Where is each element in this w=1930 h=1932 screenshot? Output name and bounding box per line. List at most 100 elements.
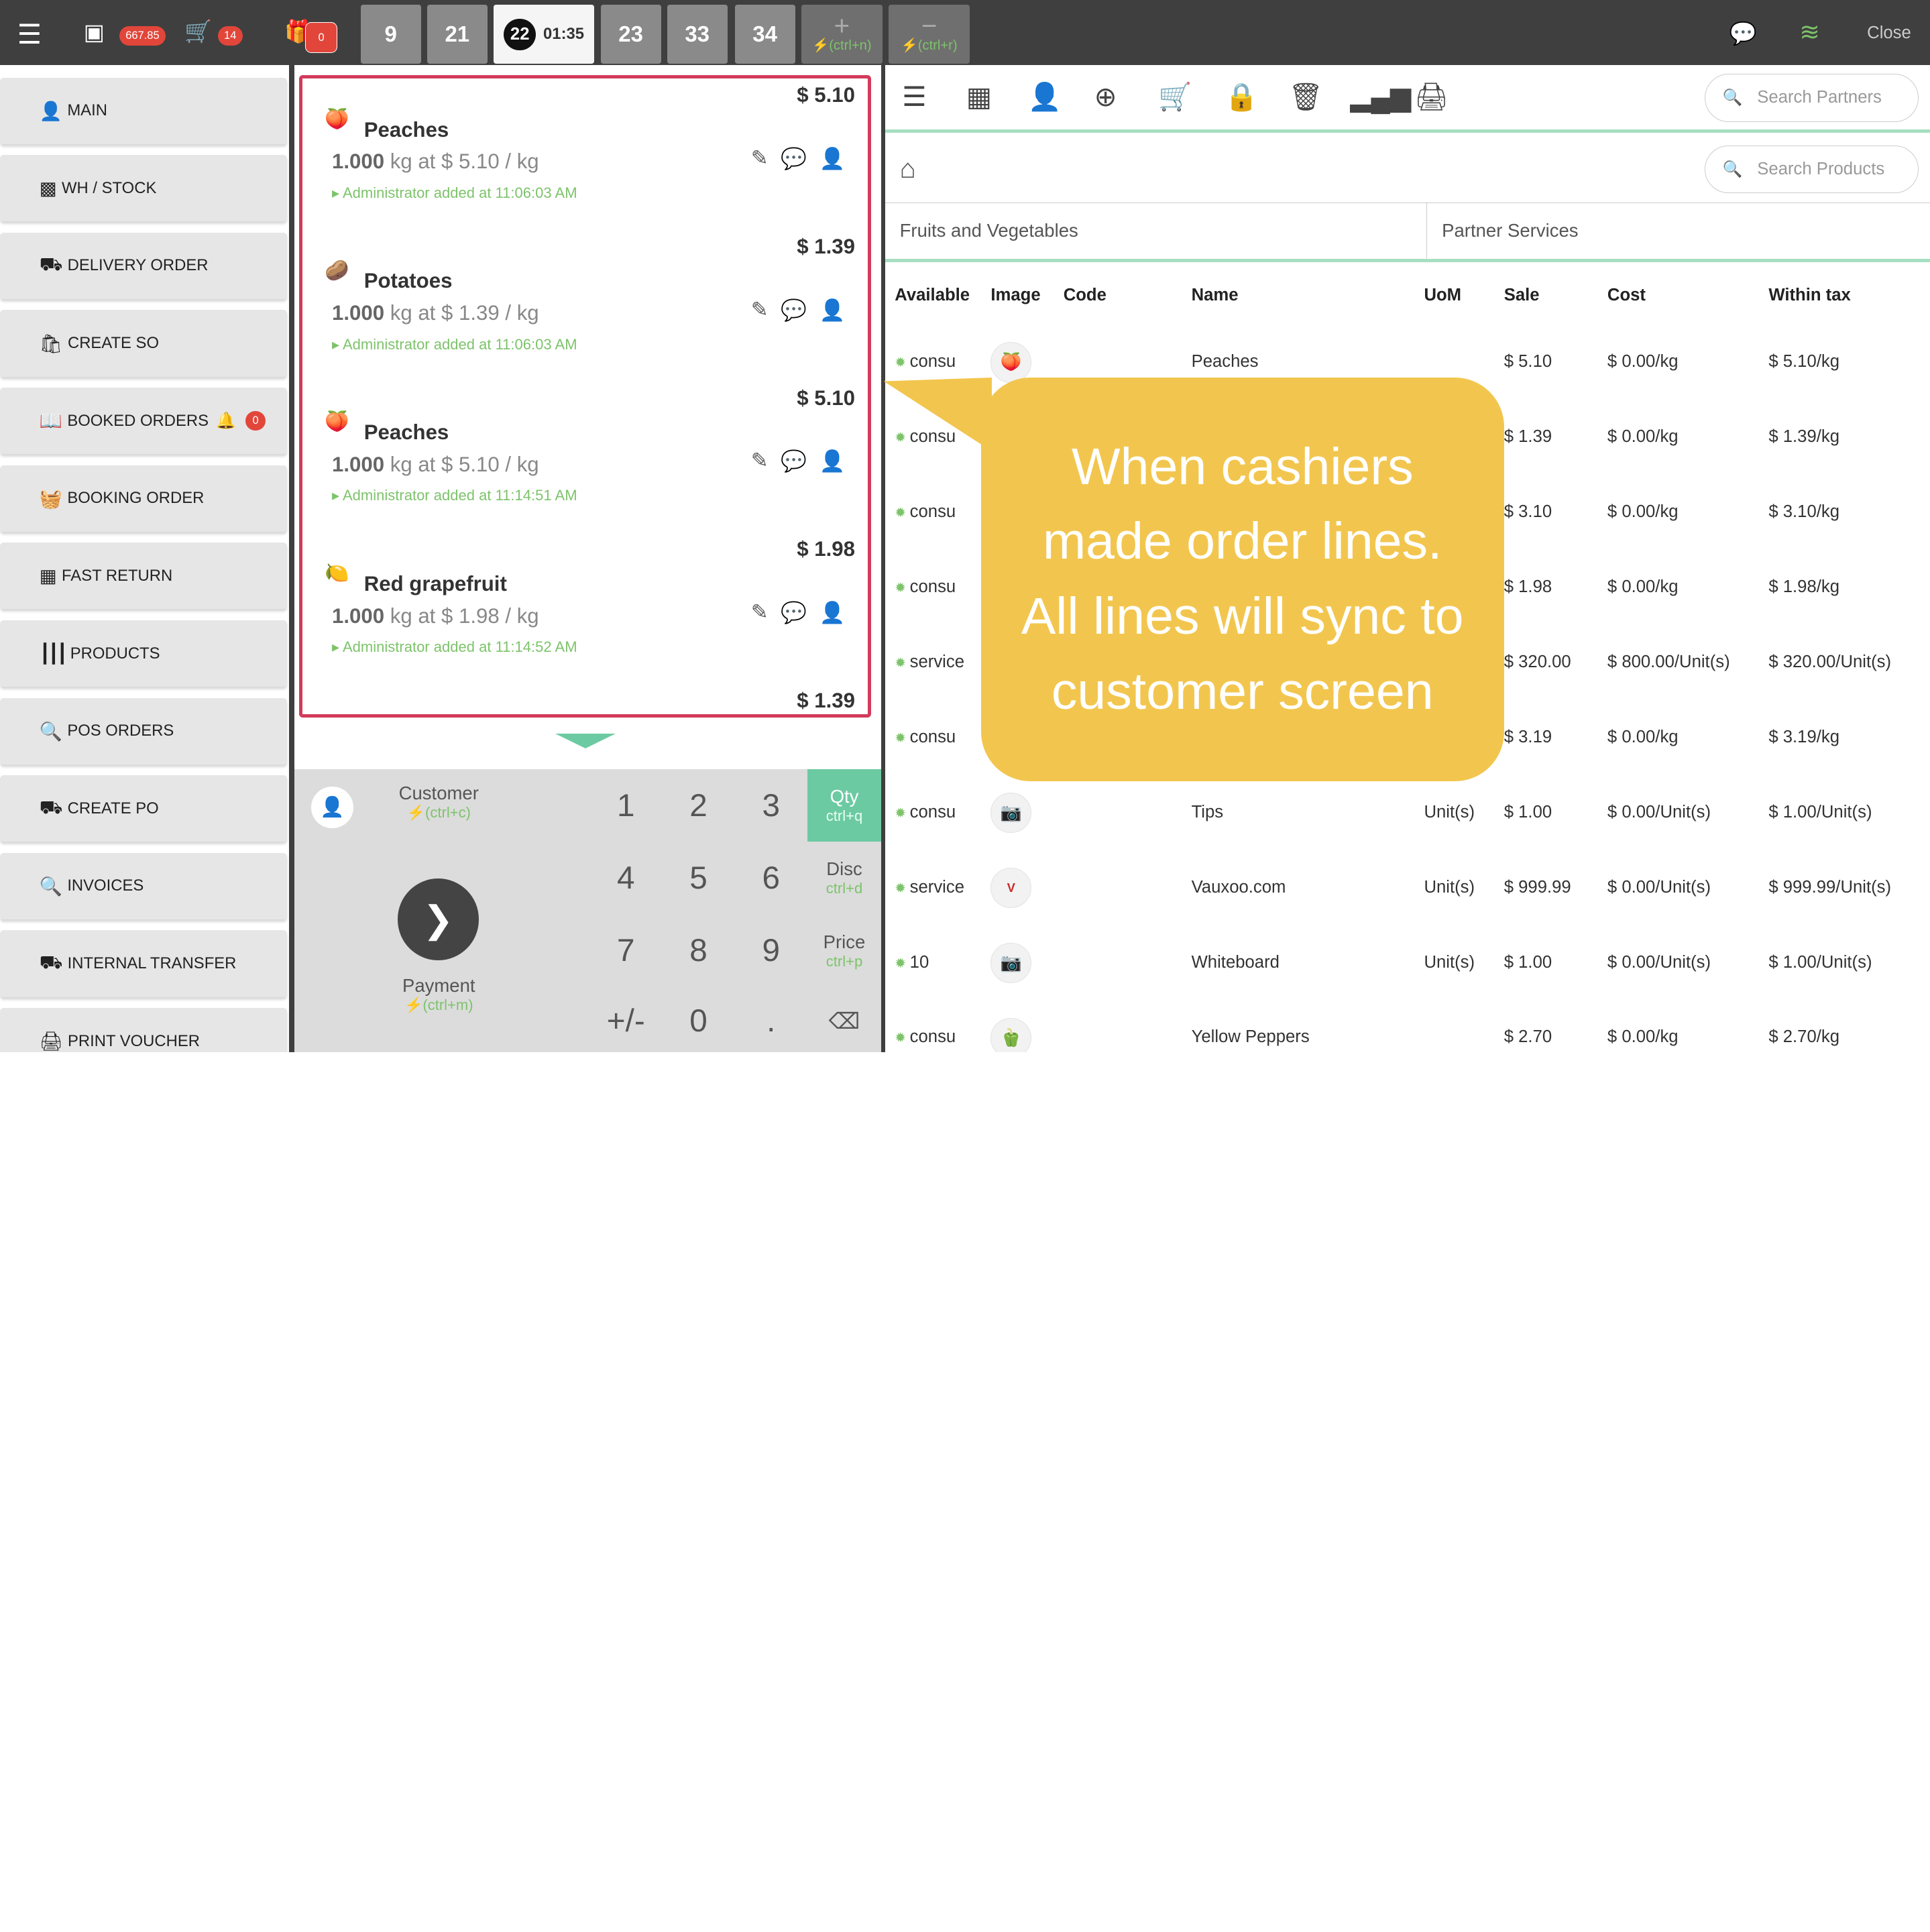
comment-icon[interactable]: 💬 — [781, 600, 807, 625]
category-partner-services[interactable]: Partner Services — [1426, 203, 1930, 259]
sidebar-item-create-so[interactable]: 🛍 CREATE SO — [0, 310, 287, 377]
backspace-button[interactable]: ⌫ — [807, 984, 881, 1052]
sidebar-item-print-voucher[interactable]: 🖨 PRINT VOUCHER — [0, 1008, 287, 1053]
key-4[interactable]: 4 — [589, 842, 662, 914]
sidebar-item-create-po[interactable]: ⛟ CREATE PO — [0, 775, 287, 842]
available-cell: consu — [895, 728, 956, 747]
cart-plus-icon[interactable]: 🛒 — [1158, 81, 1192, 113]
add-user-icon[interactable]: 👤 — [819, 298, 845, 323]
order-panel: $ 5.10 🍑 Peaches 1.000 kg at $ 5.10 / kg… — [294, 65, 882, 770]
payment-button[interactable]: ❯ — [397, 878, 479, 960]
sidebar-item-booked-orders[interactable]: 📖 BOOKED ORDERS 🔔 0 — [0, 388, 287, 455]
comment-icon[interactable]: 💬 — [781, 146, 807, 171]
comment-icon[interactable]: 💬 — [781, 298, 807, 323]
barcode-icon: ┃┃┃ — [39, 642, 68, 664]
order-line[interactable]: $ 1.98 🍋 Red grapefruit 1.000 kg at $ 1.… — [302, 532, 867, 684]
key-1[interactable]: 1 — [589, 769, 662, 842]
table-row[interactable]: consu Tips Unit(s) $ 1.00 $ 0.00/Unit(s) $ 1.… — [885, 778, 1930, 853]
line-price: $ 5.10 — [797, 386, 855, 410]
grapefruit-icon: 🍋 — [324, 562, 349, 585]
key-decimal[interactable]: . — [735, 984, 807, 1052]
order-tab-23[interactable]: 23 — [600, 5, 661, 64]
order-tab-9[interactable]: 9 — [360, 5, 421, 64]
payment-label: Payment — [402, 974, 475, 996]
add-order-button[interactable]: + ⚡(ctrl+n) — [801, 5, 883, 64]
add-user-icon[interactable]: 👤 — [819, 146, 845, 171]
minus-icon: − — [921, 10, 938, 42]
order-line[interactable]: $ 5.10 🍑 Peaches 1.000 kg at $ 5.10 / kg… — [302, 78, 867, 230]
sidebar-item-booking-order[interactable]: 🧺 BOOKING ORDER — [0, 465, 287, 532]
scroll-down-icon[interactable] — [555, 733, 616, 748]
peach-icon: 🍑 — [324, 410, 349, 433]
add-user-icon[interactable]: 👤 — [819, 600, 845, 625]
grid-icon[interactable]: ▦ — [966, 81, 992, 113]
tax-cell: $ 1.00/Unit(s) — [1768, 802, 1872, 821]
numbered-list-icon[interactable]: ☰ — [902, 81, 926, 113]
order-line[interactable]: $ 5.10 🍑 Peaches 1.000 kg at $ 5.10 / kg… — [302, 381, 867, 532]
available-cell: service — [895, 878, 964, 897]
key-2[interactable]: 2 — [662, 769, 734, 842]
sidebar-item-pos-orders[interactable]: 🔍 POS ORDERS — [0, 697, 287, 764]
key-9[interactable]: 9 — [735, 915, 807, 987]
remove-order-button[interactable]: − ⚡(ctrl+r) — [889, 5, 970, 64]
sidebar-item-main[interactable]: 👤 MAIN — [0, 77, 287, 144]
close-button[interactable]: Close — [1867, 23, 1911, 43]
cart-icon[interactable]: 🛒 — [184, 19, 212, 45]
line-quantity: 1.000 kg at $ 5.10 / kg — [332, 452, 539, 476]
key-7[interactable]: 7 — [589, 915, 662, 987]
comment-icon[interactable]: 💬 — [781, 449, 807, 473]
key-0[interactable]: 0 — [662, 984, 734, 1052]
order-line[interactable]: $ 1.39 — [302, 684, 867, 714]
edit-icon[interactable]: ✎ — [751, 449, 769, 473]
list-icon[interactable]: ☰ — [17, 19, 42, 50]
mode-price-button[interactable]: Price ctrl+p — [807, 915, 881, 987]
cash-icon[interactable]: ▣ — [84, 19, 105, 45]
key-8[interactable]: 8 — [662, 915, 734, 987]
lock-icon[interactable]: 🔒 — [1225, 81, 1258, 113]
column-header: Code — [1063, 285, 1106, 304]
key-plus-minus[interactable]: +/- — [589, 984, 662, 1052]
chat-icon[interactable]: 💬 — [1729, 21, 1757, 47]
order-tab-21[interactable]: 21 — [427, 5, 488, 64]
mode-disc-button[interactable]: Disc ctrl+d — [807, 842, 881, 914]
sidebar-item-internal-transfer[interactable]: ⛟ INTERNAL TRANSFER — [0, 930, 287, 997]
sidebar-item-products[interactable]: ┃┃┃ PRODUCTS — [0, 620, 287, 687]
order-tab-33[interactable]: 33 — [667, 5, 728, 64]
category-fruits-vegetables[interactable]: Fruits and Vegetables — [885, 203, 1427, 259]
mode-qty-button[interactable]: Qty ctrl+q — [807, 769, 882, 842]
add-user-icon[interactable]: 👤 — [819, 449, 845, 473]
edit-icon[interactable]: ✎ — [751, 298, 769, 323]
table-row[interactable]: consu Yellow Peppers $ 2.70 $ 0.00/kg $ 2.70… — [885, 1003, 1930, 1053]
customer-label-group: Customer ⚡(ctrl+c) — [380, 783, 497, 821]
print-icon[interactable]: 🖨 — [1414, 81, 1449, 113]
order-line[interactable]: $ 1.39 🥔 Potatoes 1.000 kg at $ 1.39 / k… — [302, 230, 867, 382]
name-cell: Vauxoo.com — [1191, 877, 1286, 897]
signal-icon[interactable]: ▂▄▆ — [1350, 81, 1411, 113]
trash-icon[interactable]: 🗑 — [1289, 81, 1323, 113]
order-tab-34[interactable]: 34 — [734, 5, 795, 64]
table-row[interactable]: service Vauxoo.com Unit(s) $ 999.99 $ 0.00/U… — [885, 853, 1930, 928]
name-cell: Whiteboard — [1191, 952, 1280, 972]
order-tab-22-active[interactable]: 22 01:35 — [493, 5, 595, 64]
sidebar-item-invoices[interactable]: 🔍 INVOICES — [0, 852, 287, 919]
edit-icon[interactable]: ✎ — [751, 600, 769, 625]
search-partners-input[interactable]: 🔍 Search Partners — [1704, 74, 1919, 122]
sidebar-item-fast-return[interactable]: ▦ FAST RETURN — [0, 543, 287, 610]
customer-button[interactable]: 👤 Customer ⚡(ctrl+c) — [294, 769, 585, 849]
key-5[interactable]: 5 — [662, 842, 734, 914]
key-3[interactable]: 3 — [735, 769, 807, 842]
edit-icon[interactable]: ✎ — [751, 146, 769, 171]
add-user-icon[interactable]: 👤 — [1027, 81, 1061, 113]
numpad-area: 👤 Customer ⚡(ctrl+c) ❯ Payment ⚡(ctrl+m)… — [294, 769, 882, 1053]
search-products-input[interactable]: 🔍 Search Products — [1704, 145, 1919, 194]
line-actions: ✎ 💬 👤 — [751, 600, 846, 625]
mode-label: Disc — [826, 858, 862, 880]
key-6[interactable]: 6 — [735, 842, 807, 914]
cost-cell: $ 0.00/Unit(s) — [1607, 952, 1711, 972]
plus-circle-icon[interactable]: ⊕ — [1094, 81, 1117, 113]
sidebar-item-wh-stock[interactable]: ▩ WH / STOCK — [0, 155, 287, 222]
basket-icon: 🧺 — [39, 488, 62, 509]
home-icon[interactable]: ⌂ — [900, 153, 916, 184]
sidebar-item-delivery-order[interactable]: ⛟ DELIVERY ORDER — [0, 232, 287, 299]
table-row[interactable]: 10 Whiteboard Unit(s) $ 1.00 $ 0.00/Unit(s) $… — [885, 928, 1930, 1003]
